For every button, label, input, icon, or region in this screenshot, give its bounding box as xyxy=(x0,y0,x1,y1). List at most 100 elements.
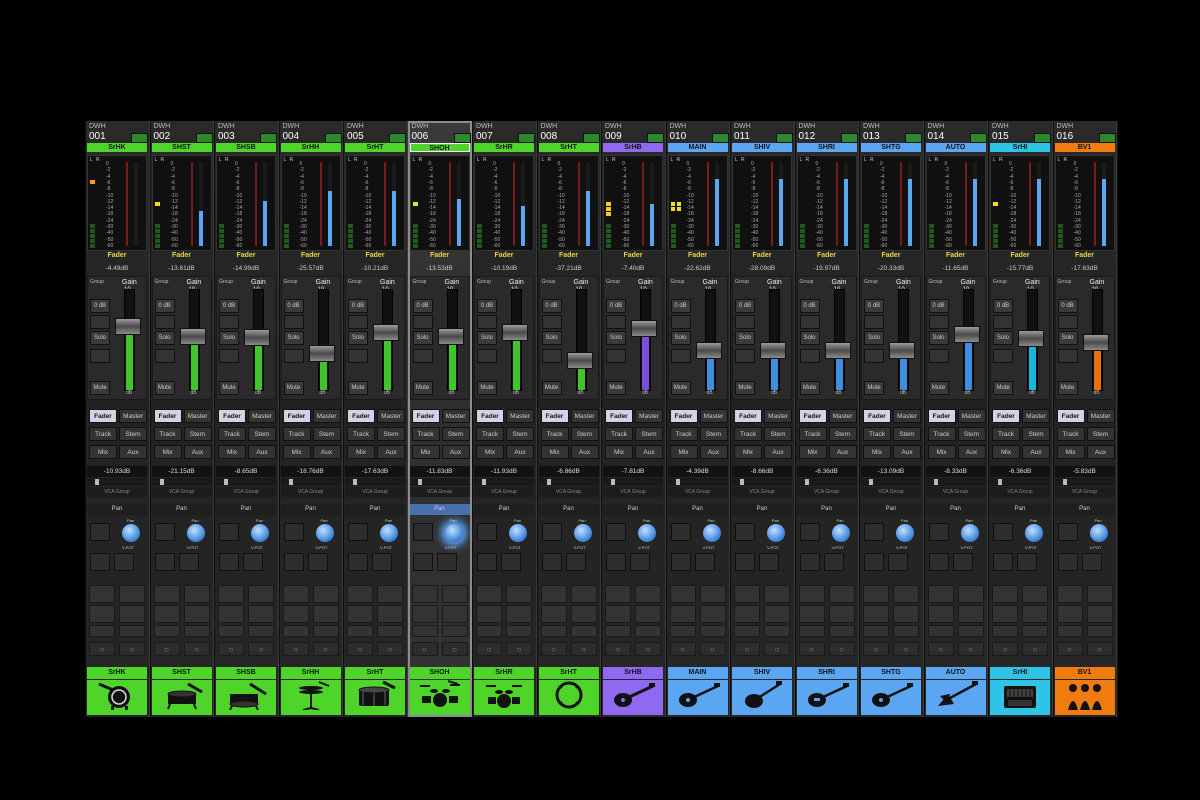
stem-button[interactable]: Stem xyxy=(248,427,276,441)
channel-name-label[interactable]: SrHR xyxy=(474,143,534,152)
mix-button[interactable]: Mix xyxy=(218,445,246,459)
zero-db-button[interactable]: 0 dB xyxy=(477,299,497,313)
square-button[interactable] xyxy=(606,315,626,329)
fader-knob[interactable] xyxy=(953,326,980,343)
zero-db-button[interactable]: 0 dB xyxy=(219,299,239,313)
square-button[interactable] xyxy=(993,315,1013,329)
channel-active-indicator[interactable] xyxy=(518,133,535,143)
grid-pad[interactable] xyxy=(119,585,145,603)
aux-button[interactable]: Aux xyxy=(1086,445,1115,459)
fader-button[interactable]: Fader xyxy=(927,409,956,423)
master-button[interactable]: Master xyxy=(441,409,470,423)
channel-strip-002[interactable]: DWH 002 SHST L R 0 -2 -4 -6 -8 -10 -12 -14 -18 -24 -30-… xyxy=(149,121,214,717)
square-button[interactable] xyxy=(1057,315,1078,329)
send-slider-handle[interactable] xyxy=(224,479,228,485)
vca-group-selector[interactable]: VCA Group xyxy=(280,487,341,497)
pan-mode-button[interactable] xyxy=(759,553,779,571)
send-slider[interactable] xyxy=(474,478,534,486)
zero-db-button[interactable]: 0 dB xyxy=(799,299,820,313)
pan-mode-button[interactable] xyxy=(565,553,586,571)
aux-button[interactable]: Aux xyxy=(1022,445,1050,459)
pan-mode-button[interactable] xyxy=(114,553,134,571)
aux-button[interactable]: Aux xyxy=(635,445,663,459)
pan-mode-button[interactable] xyxy=(90,523,110,541)
solo-button[interactable]: Solo xyxy=(993,331,1013,345)
grid-pad[interactable] xyxy=(1022,605,1048,623)
grid-pad[interactable] xyxy=(441,605,468,623)
channel-active-indicator[interactable] xyxy=(969,133,987,143)
grid-pad[interactable] xyxy=(377,625,403,637)
mix-button[interactable]: Mix xyxy=(927,445,956,459)
fader-button[interactable]: Fader xyxy=(411,409,440,423)
channel-active-indicator[interactable] xyxy=(453,133,471,143)
preset-button[interactable]: ○ xyxy=(282,642,309,656)
zero-db-button[interactable]: 0 dB xyxy=(993,299,1013,313)
fader-knob[interactable] xyxy=(631,320,657,337)
grid-pad[interactable] xyxy=(540,585,567,603)
solo-button[interactable]: Solo xyxy=(864,331,884,345)
fader-button[interactable]: Fader xyxy=(347,409,375,423)
vca-group-selector[interactable]: VCA Group xyxy=(732,487,792,497)
mute-button[interactable]: Mute xyxy=(283,381,304,395)
track-button[interactable]: Track xyxy=(411,427,440,441)
pan-knob[interactable] xyxy=(122,524,140,542)
channel-instrument-tile[interactable] xyxy=(280,680,341,715)
pan-mode-button[interactable] xyxy=(1057,523,1078,541)
mute-button[interactable]: Mute xyxy=(154,381,175,395)
solo-button[interactable]: Solo xyxy=(606,331,626,345)
grid-pad[interactable] xyxy=(347,625,373,637)
fader-track[interactable] xyxy=(833,289,845,391)
channel-instrument-tile[interactable] xyxy=(216,680,276,715)
track-button[interactable]: Track xyxy=(476,427,504,441)
preset-button[interactable]: ○ xyxy=(669,642,696,656)
pan-mode-button[interactable] xyxy=(283,523,304,541)
channel-name-label[interactable]: SrHK xyxy=(87,143,147,152)
pan-knob[interactable] xyxy=(1025,524,1043,542)
stem-button[interactable]: Stem xyxy=(441,427,470,441)
pan-knob[interactable] xyxy=(638,524,656,542)
grid-pad[interactable] xyxy=(764,625,790,637)
pan-knob[interactable] xyxy=(573,524,592,542)
pan-mode-button[interactable] xyxy=(670,553,691,571)
mute-button[interactable]: Mute xyxy=(219,381,239,395)
zero-db-button[interactable]: 0 dB xyxy=(670,299,691,313)
pan-mode-button[interactable] xyxy=(541,523,562,541)
square-button[interactable] xyxy=(928,315,949,329)
stem-button[interactable]: Stem xyxy=(893,427,921,441)
send-slider[interactable] xyxy=(409,478,470,486)
aux-button[interactable]: Aux xyxy=(183,445,212,459)
square-button[interactable] xyxy=(154,349,175,363)
pan-knob[interactable] xyxy=(315,524,334,542)
grid-pad[interactable] xyxy=(248,605,274,623)
pan-mode-button[interactable] xyxy=(307,553,328,571)
grid-pad[interactable] xyxy=(992,605,1018,623)
stem-button[interactable]: Stem xyxy=(828,427,857,441)
stem-button[interactable]: Stem xyxy=(635,427,663,441)
master-button[interactable]: Master xyxy=(1022,409,1050,423)
fader-knob[interactable] xyxy=(308,345,335,362)
channel-name-label[interactable]: SrHH xyxy=(280,143,341,152)
pan-mode-button[interactable] xyxy=(412,523,433,541)
channel-active-indicator[interactable] xyxy=(647,133,664,143)
mix-button[interactable]: Mix xyxy=(411,445,440,459)
channel-name-label[interactable]: SHTG xyxy=(861,143,921,152)
channel-active-indicator[interactable] xyxy=(389,133,406,143)
channel-active-indicator[interactable] xyxy=(324,133,342,143)
track-button[interactable]: Track xyxy=(153,427,182,441)
track-button[interactable]: Track xyxy=(605,427,633,441)
mix-button[interactable]: Mix xyxy=(669,445,698,459)
square-button[interactable] xyxy=(412,315,433,329)
zero-db-button[interactable]: 0 dB xyxy=(1057,299,1078,313)
preset-button[interactable]: ○ xyxy=(218,642,244,656)
preset-button[interactable]: ○ xyxy=(1086,642,1113,656)
preset-button[interactable]: ○ xyxy=(540,642,567,656)
grid-pad[interactable] xyxy=(248,585,274,603)
grid-pad[interactable] xyxy=(312,585,339,603)
pan-mode-button[interactable] xyxy=(1017,553,1037,571)
grid-pad[interactable] xyxy=(893,605,919,623)
preset-button[interactable]: ○ xyxy=(699,642,726,656)
master-button[interactable]: Master xyxy=(635,409,663,423)
fader-track[interactable] xyxy=(317,289,329,391)
mix-button[interactable]: Mix xyxy=(992,445,1020,459)
master-button[interactable]: Master xyxy=(570,409,599,423)
